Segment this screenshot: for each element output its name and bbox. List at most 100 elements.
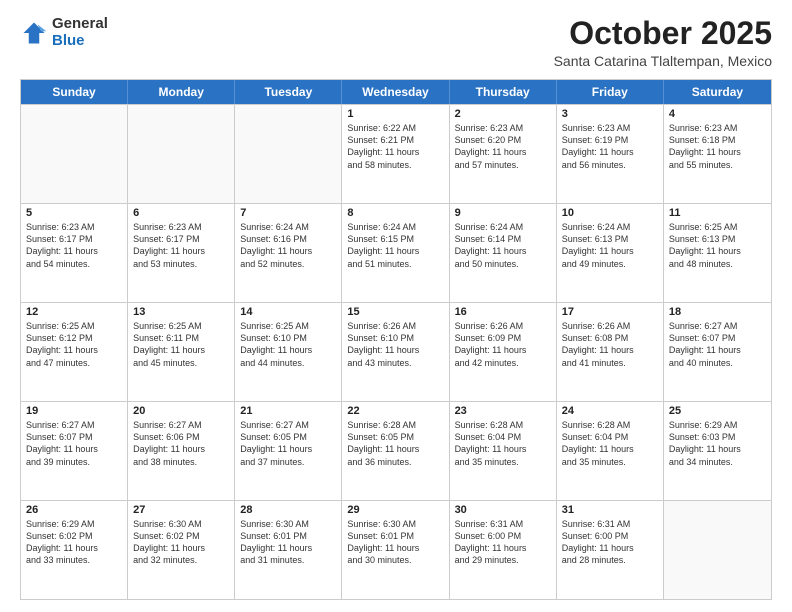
day-cell-16: 16 Sunrise: 6:26 AMSunset: 6:09 PMDayligh… bbox=[450, 303, 557, 401]
day-number: 10 bbox=[562, 207, 658, 219]
day-cell-31: 31 Sunrise: 6:31 AMSunset: 6:00 PMDayligh… bbox=[557, 501, 664, 599]
calendar-header-row: SundayMondayTuesdayWednesdayThursdayFrid… bbox=[21, 80, 771, 104]
day-cell-24: 24 Sunrise: 6:28 AMSunset: 6:04 PMDayligh… bbox=[557, 402, 664, 500]
cell-info: Sunrise: 6:30 AMSunset: 6:01 PMDaylight:… bbox=[240, 518, 336, 567]
calendar: SundayMondayTuesdayWednesdayThursdayFrid… bbox=[20, 79, 772, 600]
cell-info: Sunrise: 6:24 AMSunset: 6:15 PMDaylight:… bbox=[347, 221, 443, 270]
day-number: 4 bbox=[669, 108, 766, 120]
cell-info: Sunrise: 6:24 AMSunset: 6:13 PMDaylight:… bbox=[562, 221, 658, 270]
day-number: 30 bbox=[455, 504, 551, 516]
day-number: 8 bbox=[347, 207, 443, 219]
cell-info: Sunrise: 6:28 AMSunset: 6:04 PMDaylight:… bbox=[562, 419, 658, 468]
day-number: 9 bbox=[455, 207, 551, 219]
cell-info: Sunrise: 6:29 AMSunset: 6:03 PMDaylight:… bbox=[669, 419, 766, 468]
calendar-week-1: 1 Sunrise: 6:22 AMSunset: 6:21 PMDaylight… bbox=[21, 104, 771, 203]
day-number: 25 bbox=[669, 405, 766, 417]
day-number: 14 bbox=[240, 306, 336, 318]
cell-info: Sunrise: 6:26 AMSunset: 6:10 PMDaylight:… bbox=[347, 320, 443, 369]
day-number: 26 bbox=[26, 504, 122, 516]
day-cell-28: 28 Sunrise: 6:30 AMSunset: 6:01 PMDayligh… bbox=[235, 501, 342, 599]
cell-info: Sunrise: 6:24 AMSunset: 6:14 PMDaylight:… bbox=[455, 221, 551, 270]
day-cell-23: 23 Sunrise: 6:28 AMSunset: 6:04 PMDayligh… bbox=[450, 402, 557, 500]
day-number: 18 bbox=[669, 306, 766, 318]
day-header-saturday: Saturday bbox=[664, 80, 771, 104]
cell-info: Sunrise: 6:26 AMSunset: 6:08 PMDaylight:… bbox=[562, 320, 658, 369]
day-cell-18: 18Sunrise: 6:27 AMSunset: 6:07 PMDayligh… bbox=[664, 303, 771, 401]
day-number: 6 bbox=[133, 207, 229, 219]
cell-info: Sunrise: 6:25 AMSunset: 6:13 PMDaylight:… bbox=[669, 221, 766, 270]
day-cell-27: 27 Sunrise: 6:30 AMSunset: 6:02 PMDayligh… bbox=[128, 501, 235, 599]
day-number: 15 bbox=[347, 306, 443, 318]
title-block: October 2025 Santa Catarina Tlaltempan, … bbox=[554, 16, 772, 69]
cell-info: Sunrise: 6:28 AMSunset: 6:04 PMDaylight:… bbox=[455, 419, 551, 468]
cell-info: Sunrise: 6:22 AMSunset: 6:21 PMDaylight:… bbox=[347, 122, 443, 171]
cell-info: Sunrise: 6:25 AMSunset: 6:11 PMDaylight:… bbox=[133, 320, 229, 369]
cell-info: Sunrise: 6:31 AMSunset: 6:00 PMDaylight:… bbox=[562, 518, 658, 567]
cell-info: Sunrise: 6:30 AMSunset: 6:02 PMDaylight:… bbox=[133, 518, 229, 567]
day-cell-14: 14 Sunrise: 6:25 AMSunset: 6:10 PMDayligh… bbox=[235, 303, 342, 401]
day-header-monday: Monday bbox=[128, 80, 235, 104]
logo: General Blue bbox=[20, 16, 108, 49]
day-cell-29: 29Sunrise: 6:30 AMSunset: 6:01 PMDayligh… bbox=[342, 501, 449, 599]
day-cell-26: 26Sunrise: 6:29 AMSunset: 6:02 PMDayligh… bbox=[21, 501, 128, 599]
day-cell-1: 1 Sunrise: 6:22 AMSunset: 6:21 PMDaylight… bbox=[342, 105, 449, 203]
day-cell-4: 4 Sunrise: 6:23 AMSunset: 6:18 PMDaylight… bbox=[664, 105, 771, 203]
day-number: 17 bbox=[562, 306, 658, 318]
calendar-week-2: 5Sunrise: 6:23 AMSunset: 6:17 PMDaylight… bbox=[21, 203, 771, 302]
day-cell-2: 2 Sunrise: 6:23 AMSunset: 6:20 PMDaylight… bbox=[450, 105, 557, 203]
day-cell-25: 25 Sunrise: 6:29 AMSunset: 6:03 PMDayligh… bbox=[664, 402, 771, 500]
empty-cell bbox=[235, 105, 342, 203]
day-number: 21 bbox=[240, 405, 336, 417]
day-number: 28 bbox=[240, 504, 336, 516]
cell-info: Sunrise: 6:31 AMSunset: 6:00 PMDaylight:… bbox=[455, 518, 551, 567]
day-cell-21: 21Sunrise: 6:27 AMSunset: 6:05 PMDayligh… bbox=[235, 402, 342, 500]
day-number: 2 bbox=[455, 108, 551, 120]
empty-cell bbox=[21, 105, 128, 203]
cell-info: Sunrise: 6:23 AMSunset: 6:19 PMDaylight:… bbox=[562, 122, 658, 171]
cell-info: Sunrise: 6:23 AMSunset: 6:18 PMDaylight:… bbox=[669, 122, 766, 171]
day-number: 12 bbox=[26, 306, 122, 318]
cell-info: Sunrise: 6:23 AMSunset: 6:20 PMDaylight:… bbox=[455, 122, 551, 171]
day-cell-5: 5Sunrise: 6:23 AMSunset: 6:17 PMDaylight… bbox=[21, 204, 128, 302]
logo-general-text: General bbox=[52, 15, 108, 32]
day-number: 7 bbox=[240, 207, 336, 219]
day-number: 16 bbox=[455, 306, 551, 318]
day-number: 29 bbox=[347, 504, 443, 516]
empty-cell bbox=[128, 105, 235, 203]
calendar-body: 1 Sunrise: 6:22 AMSunset: 6:21 PMDaylight… bbox=[21, 104, 771, 599]
day-cell-7: 7 Sunrise: 6:24 AMSunset: 6:16 PMDaylight… bbox=[235, 204, 342, 302]
calendar-week-3: 12 Sunrise: 6:25 AMSunset: 6:12 PMDayligh… bbox=[21, 302, 771, 401]
day-cell-11: 11Sunrise: 6:25 AMSunset: 6:13 PMDayligh… bbox=[664, 204, 771, 302]
day-number: 1 bbox=[347, 108, 443, 120]
day-header-wednesday: Wednesday bbox=[342, 80, 449, 104]
day-cell-20: 20Sunrise: 6:27 AMSunset: 6:06 PMDayligh… bbox=[128, 402, 235, 500]
cell-info: Sunrise: 6:28 AMSunset: 6:05 PMDaylight:… bbox=[347, 419, 443, 468]
cell-info: Sunrise: 6:24 AMSunset: 6:16 PMDaylight:… bbox=[240, 221, 336, 270]
header: General Blue October 2025 Santa Catarina… bbox=[20, 16, 772, 69]
cell-info: Sunrise: 6:23 AMSunset: 6:17 PMDaylight:… bbox=[26, 221, 122, 270]
cell-info: Sunrise: 6:27 AMSunset: 6:06 PMDaylight:… bbox=[133, 419, 229, 468]
day-cell-8: 8 Sunrise: 6:24 AMSunset: 6:15 PMDaylight… bbox=[342, 204, 449, 302]
day-cell-22: 22Sunrise: 6:28 AMSunset: 6:05 PMDayligh… bbox=[342, 402, 449, 500]
day-number: 23 bbox=[455, 405, 551, 417]
cell-info: Sunrise: 6:25 AMSunset: 6:12 PMDaylight:… bbox=[26, 320, 122, 369]
day-number: 24 bbox=[562, 405, 658, 417]
day-header-sunday: Sunday bbox=[21, 80, 128, 104]
day-cell-9: 9 Sunrise: 6:24 AMSunset: 6:14 PMDaylight… bbox=[450, 204, 557, 302]
day-header-thursday: Thursday bbox=[450, 80, 557, 104]
day-number: 27 bbox=[133, 504, 229, 516]
day-header-tuesday: Tuesday bbox=[235, 80, 342, 104]
cell-info: Sunrise: 6:26 AMSunset: 6:09 PMDaylight:… bbox=[455, 320, 551, 369]
day-cell-10: 10 Sunrise: 6:24 AMSunset: 6:13 PMDayligh… bbox=[557, 204, 664, 302]
cell-info: Sunrise: 6:25 AMSunset: 6:10 PMDaylight:… bbox=[240, 320, 336, 369]
logo-blue-text: Blue bbox=[52, 32, 85, 49]
day-cell-17: 17 Sunrise: 6:26 AMSunset: 6:08 PMDayligh… bbox=[557, 303, 664, 401]
day-number: 13 bbox=[133, 306, 229, 318]
location-title: Santa Catarina Tlaltempan, Mexico bbox=[554, 53, 772, 69]
day-header-friday: Friday bbox=[557, 80, 664, 104]
day-cell-13: 13 Sunrise: 6:25 AMSunset: 6:11 PMDayligh… bbox=[128, 303, 235, 401]
day-number: 31 bbox=[562, 504, 658, 516]
calendar-week-4: 19Sunrise: 6:27 AMSunset: 6:07 PMDayligh… bbox=[21, 401, 771, 500]
day-cell-15: 15 Sunrise: 6:26 AMSunset: 6:10 PMDayligh… bbox=[342, 303, 449, 401]
day-cell-30: 30 Sunrise: 6:31 AMSunset: 6:00 PMDayligh… bbox=[450, 501, 557, 599]
